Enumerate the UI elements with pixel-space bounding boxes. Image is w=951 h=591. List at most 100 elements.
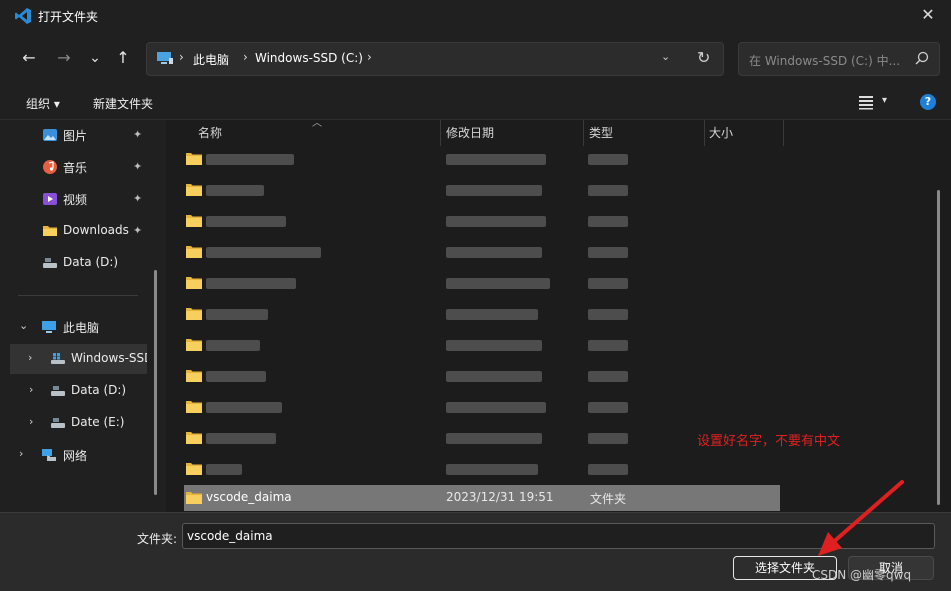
column-divider[interactable] [440,120,441,146]
file-row-selected[interactable]: vscode_daima 2023/12/31 19:51 文件夹 [184,485,780,511]
file-row[interactable] [184,332,780,358]
folder-icon [186,153,202,165]
file-type: 文件夹 [590,492,627,506]
blurred-file-name [206,402,282,413]
blurred-file-date [446,185,542,196]
blurred-file-name [206,371,266,382]
close-button[interactable]: ✕ [911,2,945,30]
breadcrumb-chevron: › [179,50,184,64]
sidebar-item-label: Windows-SSD (C:) [71,351,147,365]
breadcrumb-drive-c[interactable]: Windows-SSD (C:) [255,51,363,65]
file-row[interactable] [184,425,780,451]
drive-icon [51,418,65,428]
file-row[interactable] [184,456,780,482]
sidebar-item-label: Data (D:) [63,255,119,269]
collapsed-icon[interactable]: › [29,383,33,396]
column-divider[interactable] [583,120,584,146]
folder-icon [186,184,202,196]
collapsed-icon[interactable]: › [19,447,23,460]
sidebar-item-label: 视频 [63,193,88,207]
new-folder-button[interactable]: 新建文件夹 [93,95,153,112]
blurred-file-type [588,278,628,289]
help-icon[interactable]: ? [920,94,936,110]
blurred-file-date [446,154,546,165]
blurred-file-name [206,340,260,351]
file-row[interactable] [184,239,780,265]
back-button[interactable]: ← [16,46,42,72]
recent-locations-button[interactable]: ⌄ [82,46,108,72]
breadcrumb-chevron[interactable]: › [367,50,372,64]
breadcrumb-chevron: › [243,50,248,64]
address-bar[interactable]: › 此电脑 › Windows-SSD (C:) › ⌄ ↻ [146,42,724,76]
forward-button[interactable]: → [51,46,77,72]
folder-icon [186,308,202,320]
search-placeholder: 在 Windows-SSD (C:) 中... [749,54,901,68]
sidebar-item-videos[interactable]: 视频 ✦ [0,184,150,214]
sidebar-item-label: 网络 [63,449,88,463]
file-row[interactable] [184,146,780,172]
blurred-file-name [206,464,242,475]
search-box[interactable]: 在 Windows-SSD (C:) 中... [738,42,940,76]
column-header-name[interactable]: 名称 [198,124,222,141]
sidebar-item-label: Date (E:) [71,415,125,429]
folder-icon [186,432,202,444]
sidebar-item-windows-ssd[interactable]: › Windows-SSD (C:) [10,344,147,374]
file-row[interactable] [184,208,780,234]
file-modified: 2023/12/31 19:51 [446,490,554,504]
drive-icon [43,258,57,268]
file-list-scrollbar[interactable] [937,190,940,505]
sidebar-item-network[interactable]: › 网络 [0,440,150,470]
sidebar-item-downloads[interactable]: Downloads ✦ [0,216,150,246]
folder-icon [186,492,202,504]
view-options-icon[interactable] [858,94,874,110]
file-row[interactable] [184,270,780,296]
search-icon[interactable] [915,51,929,65]
windows-drive-icon [51,353,65,364]
folder-icon [43,226,57,236]
sidebar-item-data-d-drive[interactable]: › Data (D:) [0,376,150,406]
folder-icon [186,401,202,413]
blurred-file-name [206,247,321,258]
column-divider[interactable] [783,120,784,146]
this-pc-icon [157,52,173,64]
watermark: CSDN @幽零qwq [812,568,912,582]
file-row[interactable] [184,177,780,203]
blurred-file-name [206,216,286,227]
column-header-size[interactable]: 大小 [709,124,733,141]
blurred-file-date [446,247,542,258]
pin-icon: ✦ [133,160,143,173]
sidebar-item-music[interactable]: 音乐 ✦ [0,152,150,182]
sidebar-item-date-e-drive[interactable]: › Date (E:) [0,408,150,438]
window-title: 打开文件夹 [38,10,99,24]
file-row[interactable] [184,363,780,389]
breadcrumb-this-pc[interactable]: 此电脑 [193,51,229,68]
expand-icon[interactable]: ⌄ [19,319,28,332]
blurred-file-type [588,371,628,382]
column-header-type[interactable]: 类型 [589,124,613,141]
up-button[interactable]: ↑ [110,46,136,72]
folder-icon [186,215,202,227]
column-divider[interactable] [704,120,705,146]
music-icon [43,160,57,174]
collapsed-icon[interactable]: › [29,415,33,428]
sidebar-item-this-pc[interactable]: ⌄ 此电脑 [0,312,150,342]
sidebar-scrollbar[interactable] [154,270,157,495]
column-header-modified[interactable]: 修改日期 [446,124,494,141]
videos-icon [43,193,57,205]
blurred-file-name [206,185,264,196]
sidebar-item-label: 图片 [63,129,88,143]
collapsed-icon[interactable]: › [28,351,32,364]
view-dropdown-icon[interactable]: ▾ [882,95,887,106]
annotation-text: 设置好名字，不要有中文 [697,434,841,449]
address-dropdown-icon[interactable]: ⌄ [661,50,670,63]
folder-icon [186,277,202,289]
file-row[interactable] [184,394,780,420]
sidebar-item-label: Data (D:) [71,383,127,397]
organize-menu[interactable]: 组织 ▾ [26,95,60,112]
navigation-pane: 图片 ✦ 音乐 ✦ 视频 ✦ Downloads ✦ Data (D:) ⌄ 此… [0,120,160,512]
sidebar-item-pictures[interactable]: 图片 ✦ [0,120,150,150]
sidebar-item-data-d[interactable]: Data (D:) [0,248,150,278]
file-row[interactable] [184,301,780,327]
refresh-icon[interactable]: ↻ [697,48,710,67]
blurred-file-date [446,216,546,227]
